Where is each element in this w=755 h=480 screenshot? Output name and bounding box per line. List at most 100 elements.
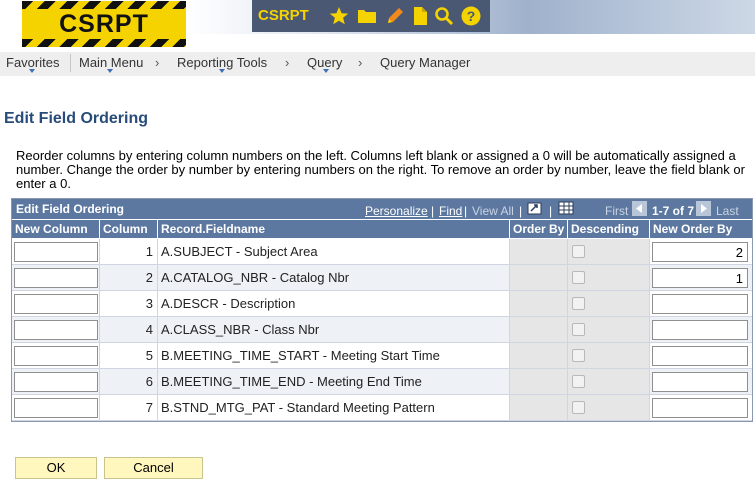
new-column-input[interactable]: [14, 268, 98, 288]
new-order-by-input[interactable]: [652, 320, 748, 340]
descending-checkbox[interactable]: [572, 245, 585, 258]
breadcrumb-separator: ›: [285, 55, 290, 70]
new-order-by-input[interactable]: [652, 294, 748, 314]
star-icon[interactable]: [329, 6, 349, 26]
table-row: 3 A.DESCR - Description: [12, 291, 752, 317]
new-column-input[interactable]: [14, 398, 98, 418]
order-by-cell: [510, 395, 568, 421]
new-column-input[interactable]: [14, 294, 98, 314]
new-column-input[interactable]: [14, 372, 98, 392]
record-fieldname: A.CATALOG_NBR - Catalog Nbr: [158, 265, 510, 291]
last-link[interactable]: Last: [716, 204, 739, 218]
descending-checkbox[interactable]: [572, 375, 585, 388]
zoom-icon[interactable]: [527, 201, 543, 215]
new-order-by-cell: [650, 239, 752, 265]
download-grid-icon[interactable]: [558, 201, 574, 215]
descending-checkbox[interactable]: [572, 401, 585, 414]
new-order-by-input[interactable]: [652, 372, 748, 392]
nav-query[interactable]: Query: [307, 55, 342, 70]
order-by-cell: [510, 239, 568, 265]
new-order-by-cell: [650, 395, 752, 421]
descending-checkbox[interactable]: [572, 297, 585, 310]
table-row: 7 B.STND_MTG_PAT - Standard Meeting Patte…: [12, 395, 752, 421]
column-number: 3: [100, 291, 158, 317]
help-icon[interactable]: ?: [461, 6, 481, 26]
column-number: 4: [100, 317, 158, 343]
record-fieldname: A.CLASS_NBR - Class Nbr: [158, 317, 510, 343]
table-row: 2 A.CATALOG_NBR - Catalog Nbr: [12, 265, 752, 291]
descending-cell: [568, 317, 650, 343]
new-order-by-input[interactable]: [652, 398, 748, 418]
nav-query-manager[interactable]: Query Manager: [380, 55, 470, 70]
grid-title: Edit Field Ordering: [16, 202, 125, 216]
record-fieldname: B.MEETING_TIME_START - Meeting Start Tim…: [158, 343, 510, 369]
order-by-cell: [510, 343, 568, 369]
header-banner: CSRPT CSRPT ?: [0, 0, 755, 50]
descending-cell: [568, 395, 650, 421]
cancel-button[interactable]: Cancel: [104, 457, 203, 479]
record-fieldname: A.DESCR - Description: [158, 291, 510, 317]
view-all-link[interactable]: View All: [472, 204, 514, 218]
folder-icon[interactable]: [357, 6, 377, 26]
new-order-by-cell: [650, 291, 752, 317]
logo-stripes-bottom: [22, 39, 186, 47]
pencil-icon[interactable]: [385, 6, 405, 26]
order-by-cell: [510, 265, 568, 291]
table-row: 4 A.CLASS_NBR - Class Nbr: [12, 317, 752, 343]
document-icon[interactable]: [410, 6, 430, 26]
chevron-down-icon[interactable]: [107, 69, 113, 73]
table-row: 5 B.MEETING_TIME_START - Meeting Start Ti…: [12, 343, 752, 369]
new-column-input[interactable]: [14, 242, 98, 262]
ok-button[interactable]: OK: [15, 457, 97, 479]
new-order-by-input[interactable]: [652, 242, 748, 262]
col-header-new-column[interactable]: New Column: [12, 220, 100, 238]
column-number: 1: [100, 239, 158, 265]
personalize-link[interactable]: Personalize: [365, 204, 428, 218]
col-header-column[interactable]: Column: [100, 220, 158, 238]
new-order-by-input[interactable]: [652, 268, 748, 288]
column-number: 2: [100, 265, 158, 291]
descending-checkbox[interactable]: [572, 349, 585, 362]
record-fieldname: B.MEETING_TIME_END - Meeting End Time: [158, 369, 510, 395]
descending-checkbox[interactable]: [572, 271, 585, 284]
descending-cell: [568, 343, 650, 369]
chevron-down-icon[interactable]: [323, 69, 329, 73]
svg-text:?: ?: [467, 8, 476, 24]
row-range: 1-7 of 7: [652, 204, 695, 218]
col-header-order-by[interactable]: Order By: [510, 220, 568, 238]
toolbar-separator: |: [464, 204, 468, 218]
new-column-cell: [12, 369, 100, 395]
nav-favorites[interactable]: Favorites: [6, 55, 59, 70]
nav-reporting-tools[interactable]: Reporting Tools: [177, 55, 267, 70]
col-header-new-order-by[interactable]: New Order By: [650, 220, 752, 238]
new-column-cell: [12, 395, 100, 421]
table-row: 1 A.SUBJECT - Subject Area: [12, 239, 752, 265]
previous-arrow-icon[interactable]: [632, 201, 647, 216]
breadcrumb-nav: Favorites Main Menu › Reporting Tools › …: [0, 52, 755, 76]
col-header-descending[interactable]: Descending: [568, 220, 650, 238]
col-header-fieldname[interactable]: Record.Fieldname: [158, 220, 510, 238]
breadcrumb-separator: ›: [358, 55, 363, 70]
new-column-input[interactable]: [14, 346, 98, 366]
column-number: 7: [100, 395, 158, 421]
page-title: Edit Field Ordering: [4, 110, 149, 127]
logo-text: CSRPT: [59, 10, 149, 38]
logo-stripes-top: [22, 1, 186, 9]
toolbar-separator: |: [549, 204, 553, 218]
new-order-by-cell: [650, 317, 752, 343]
breadcrumb-separator: ›: [155, 55, 160, 70]
new-column-cell: [12, 317, 100, 343]
nav-main-menu[interactable]: Main Menu: [79, 55, 143, 70]
first-link[interactable]: First: [605, 204, 628, 218]
search-icon[interactable]: [434, 6, 454, 26]
descending-checkbox[interactable]: [572, 323, 585, 336]
new-order-by-cell: [650, 369, 752, 395]
new-column-input[interactable]: [14, 320, 98, 340]
new-column-cell: [12, 343, 100, 369]
chevron-down-icon[interactable]: [29, 69, 35, 73]
chevron-down-icon[interactable]: [219, 69, 225, 73]
next-arrow-icon[interactable]: [696, 201, 711, 216]
find-link[interactable]: Find: [439, 204, 462, 218]
new-order-by-input[interactable]: [652, 346, 748, 366]
toolbar-separator: |: [519, 204, 523, 218]
